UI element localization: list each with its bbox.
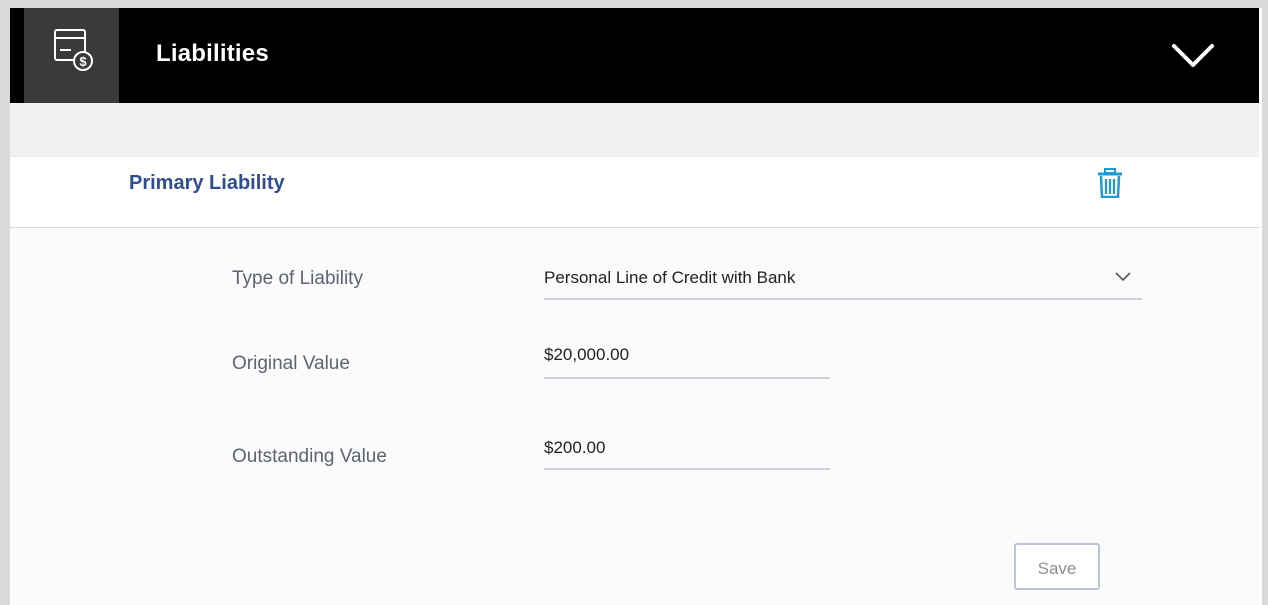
outer-left-border <box>0 0 10 605</box>
outstanding-value-label: Outstanding Value <box>232 446 387 467</box>
section-title: Primary Liability <box>129 172 285 194</box>
outstanding-value-input[interactable]: $200.00 <box>544 438 830 470</box>
outstanding-value-text: $200.00 <box>544 438 606 457</box>
svg-text:$: $ <box>79 54 87 69</box>
header-spacer-band <box>10 103 1259 156</box>
type-of-liability-label: Type of Liability <box>232 268 363 289</box>
panel-header[interactable]: $ Liabilities <box>10 8 1259 103</box>
save-button[interactable]: Save <box>1014 543 1100 590</box>
original-value-text: $20,000.00 <box>544 345 630 364</box>
outer-right-border <box>1262 0 1268 605</box>
header-icon-box: $ <box>24 8 119 103</box>
type-of-liability-select[interactable]: Personal Line of Credit with Bank <box>544 268 1142 300</box>
trash-icon[interactable] <box>1097 168 1123 199</box>
liabilities-panel: $ Liabilities Primary Liability Type of … <box>0 0 1268 605</box>
card-dollar-icon: $ <box>54 29 93 71</box>
section-header: Primary Liability <box>10 156 1259 229</box>
liability-form: Type of Liability Personal Line of Credi… <box>10 228 1259 605</box>
chevron-down-icon <box>1115 272 1131 282</box>
original-value-label: Original Value <box>232 353 350 374</box>
type-of-liability-value: Personal Line of Credit with Bank <box>544 268 796 287</box>
page-title: Liabilities <box>156 40 269 67</box>
outer-top-border <box>0 0 1268 8</box>
original-value-input[interactable]: $20,000.00 <box>544 345 830 379</box>
chevron-down-icon[interactable] <box>1171 41 1215 71</box>
